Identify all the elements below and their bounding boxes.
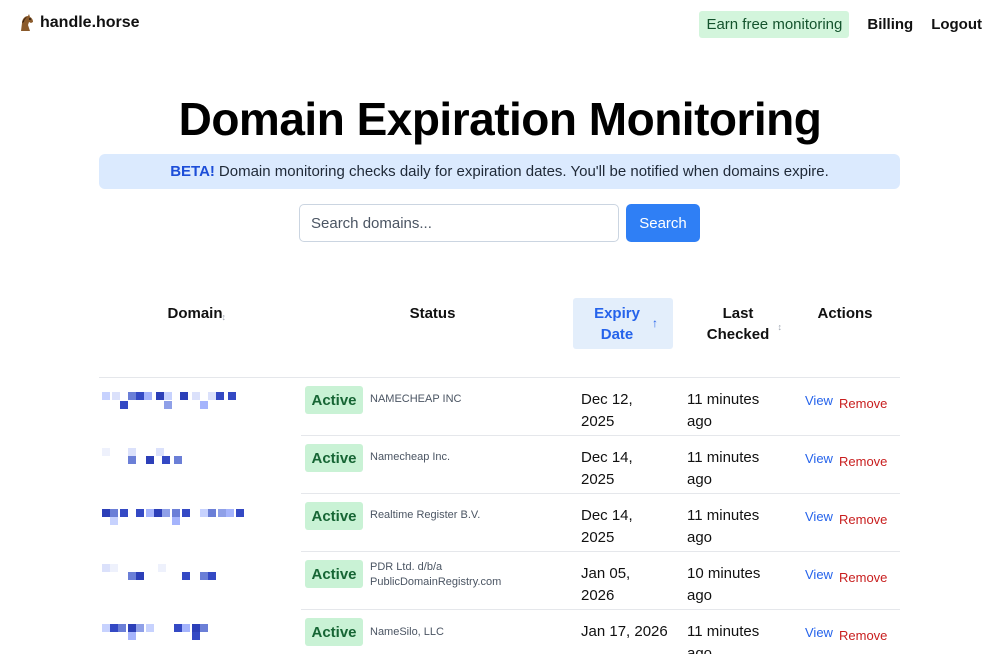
view-link[interactable]: View	[805, 451, 833, 466]
search-button[interactable]: Search	[626, 204, 700, 242]
last-checked: 11 minutes ago	[687, 449, 760, 488]
view-link[interactable]: View	[805, 625, 833, 640]
column-header-last-checked[interactable]: Last Checked ↕	[690, 303, 786, 345]
banner-text: Domain monitoring checks daily for expir…	[218, 163, 829, 180]
column-header-expiry-date[interactable]: Expiry Date ↑	[573, 298, 673, 349]
view-link[interactable]: View	[805, 393, 833, 408]
status-badge: Active	[305, 444, 363, 472]
registrar-name: PDR Ltd. d/b/a PublicDomainRegistry.com	[370, 561, 502, 588]
last-checked: 11 minutes ago	[687, 391, 760, 430]
remove-link[interactable]: Remove	[839, 570, 887, 585]
redacted-domain	[102, 564, 216, 580]
sort-icon: ↕	[221, 312, 227, 322]
beta-banner: BETA! Domain monitoring checks daily for…	[99, 154, 900, 189]
table-divider	[301, 551, 900, 552]
search-input[interactable]	[299, 204, 619, 242]
status-badge: Active	[305, 502, 363, 530]
expiry-date: Dec 14, 2025	[581, 507, 633, 546]
view-link[interactable]: View	[805, 567, 833, 582]
page-title: Domain Expiration Monitoring	[178, 93, 822, 145]
earn-free-monitoring-link[interactable]: Earn free monitoring	[699, 11, 850, 38]
expiry-date: Dec 14, 2025	[581, 449, 633, 488]
view-link[interactable]: View	[805, 509, 833, 524]
brand-link[interactable]: handle.horse	[18, 14, 140, 32]
column-header-domain[interactable]: Domain ↕	[150, 303, 240, 324]
expiry-date: Jan 17, 2026	[581, 623, 668, 640]
brand-name: handle.horse	[40, 14, 140, 31]
billing-link[interactable]: Billing	[867, 16, 913, 33]
redacted-domain	[102, 624, 208, 640]
table-divider	[301, 493, 900, 494]
remove-link[interactable]: Remove	[839, 628, 887, 643]
top-nav: handle.horse Earn free monitoring Billin…	[0, 0, 1000, 52]
redacted-domain	[102, 509, 244, 525]
last-checked: 11 minutes ago	[687, 623, 760, 654]
table-divider	[99, 377, 900, 378]
horse-icon	[21, 14, 33, 31]
status-badge: Active	[305, 386, 363, 414]
redacted-domain	[102, 392, 236, 409]
status-badge: Active	[305, 560, 363, 588]
sort-icon: ↕	[777, 322, 783, 332]
registrar-name: NAMECHEAP INC	[370, 393, 462, 405]
remove-link[interactable]: Remove	[839, 396, 887, 411]
table-divider	[301, 435, 900, 436]
redacted-domain	[102, 448, 182, 464]
status-badge: Active	[305, 618, 363, 646]
remove-link[interactable]: Remove	[839, 454, 887, 469]
remove-link[interactable]: Remove	[839, 512, 887, 527]
logout-link[interactable]: Logout	[931, 16, 982, 33]
sort-ascending-icon: ↑	[652, 316, 658, 330]
expiry-date: Dec 12, 2025	[581, 391, 633, 430]
registrar-name: Namecheap Inc.	[370, 451, 451, 463]
last-checked: 11 minutes ago	[687, 507, 760, 546]
registrar-name: NameSilo, LLC	[370, 626, 444, 638]
expiry-date: Jan 05, 2026	[581, 565, 631, 604]
table-divider	[301, 609, 900, 610]
column-header-actions: Actions	[817, 305, 873, 322]
beta-label: BETA!	[170, 163, 215, 180]
column-header-status[interactable]: Status	[380, 303, 485, 324]
registrar-name: Realtime Register B.V.	[370, 509, 481, 521]
last-checked: 10 minutes ago	[687, 565, 761, 604]
